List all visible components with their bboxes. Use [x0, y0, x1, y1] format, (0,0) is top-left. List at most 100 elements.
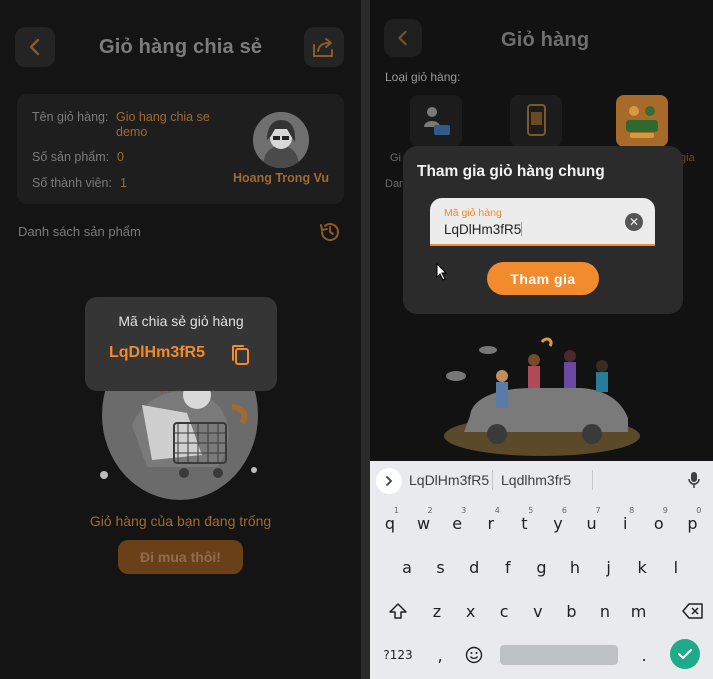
- member-count-value: 1: [120, 176, 127, 190]
- key-o[interactable]: o9: [644, 505, 674, 541]
- period-key[interactable]: .: [636, 637, 652, 673]
- key-f[interactable]: f: [493, 549, 523, 585]
- key-label: g: [536, 557, 547, 577]
- key-label: r: [487, 513, 495, 533]
- key-n[interactable]: n: [590, 593, 620, 629]
- key-label: a: [402, 557, 412, 577]
- key-label: h: [569, 557, 581, 577]
- history-button[interactable]: [318, 220, 342, 244]
- copy-button[interactable]: [229, 343, 251, 367]
- owner-avatar: [253, 112, 309, 168]
- key-b[interactable]: b: [556, 593, 586, 629]
- symbols-key[interactable]: ?123: [380, 637, 416, 673]
- backspace-icon: [682, 603, 703, 619]
- key-i[interactable]: i8: [610, 505, 640, 541]
- key-label: y: [553, 513, 563, 533]
- key-k[interactable]: k: [627, 549, 657, 585]
- chevron-left-icon: [398, 30, 407, 46]
- key-hint: 3: [461, 506, 467, 515]
- key-hint: 6: [561, 506, 567, 515]
- cart-code-field-value-wrapper[interactable]: LqDlHm3fR5: [444, 222, 523, 237]
- empty-cart-message: Giỏ hàng của bạn đang trống: [89, 513, 272, 529]
- go-shopping-button[interactable]: Đi mua thôi!: [118, 540, 243, 574]
- key-label: x: [465, 601, 476, 621]
- key-label: d: [469, 557, 480, 577]
- key-e[interactable]: e3: [442, 505, 472, 541]
- key-m[interactable]: m: [624, 593, 654, 629]
- group-shopping-illustration: [444, 337, 640, 456]
- cart-type-group[interactable]: [616, 95, 668, 147]
- cart-name-value: Gio hang chia se: [116, 110, 210, 124]
- key-t[interactable]: t5: [509, 505, 539, 541]
- cart-screen: Giỏ hàng Loại giỏ hàng: Gi gia Dan Tham …: [370, 0, 713, 679]
- key-a[interactable]: a: [392, 549, 422, 585]
- key-l[interactable]: l: [661, 549, 691, 585]
- key-d[interactable]: d: [459, 549, 489, 585]
- suggestion-divider: [492, 470, 493, 490]
- cart-type-personal[interactable]: [410, 95, 462, 147]
- key-label: f: [504, 557, 511, 577]
- voice-input-button[interactable]: [688, 471, 700, 494]
- join-button[interactable]: Tham gia: [487, 262, 599, 295]
- key-j[interactable]: j: [594, 549, 624, 585]
- emoji-key[interactable]: [463, 637, 485, 673]
- emoji-icon: [465, 646, 483, 664]
- shift-key[interactable]: [384, 593, 412, 629]
- expand-suggestions-button[interactable]: [376, 468, 402, 494]
- clear-field-button[interactable]: ✕: [625, 213, 643, 231]
- share-button[interactable]: [304, 27, 344, 67]
- key-v[interactable]: v: [523, 593, 553, 629]
- cart-type-caption-fragment-left: Gi: [390, 152, 401, 164]
- key-label: j: [606, 557, 611, 577]
- key-z[interactable]: z: [422, 593, 452, 629]
- key-r[interactable]: r4: [476, 505, 506, 541]
- key-g[interactable]: g: [526, 549, 556, 585]
- key-s[interactable]: s: [426, 549, 456, 585]
- key-label: u: [586, 513, 597, 533]
- suggestion-divider: [592, 470, 593, 490]
- cart-type-store[interactable]: [510, 95, 562, 147]
- key-label: t: [521, 513, 528, 533]
- key-c[interactable]: c: [489, 593, 519, 629]
- owner-name: Hoang Trong Vu: [233, 171, 330, 185]
- key-h[interactable]: h: [560, 549, 590, 585]
- space-key[interactable]: [500, 645, 618, 665]
- page-title: Giỏ hàng chia sẻ: [99, 36, 263, 58]
- key-label: q: [384, 513, 396, 533]
- cart-name-value-continued: demo: [116, 125, 148, 139]
- suggestion-1[interactable]: LqDlHm3fR5: [409, 472, 489, 488]
- cart-code-input-value[interactable]: LqDlHm3fR5: [444, 222, 521, 237]
- group-join-icon: [626, 106, 658, 138]
- back-button[interactable]: [384, 19, 422, 57]
- cart-name-label: Tên giỏ hàng:: [32, 110, 109, 124]
- key-q[interactable]: q1: [375, 505, 405, 541]
- key-hint: 4: [494, 506, 500, 515]
- cart-code-field[interactable]: Mã giỏ hàng LqDlHm3fR5 ✕: [430, 198, 655, 246]
- key-x[interactable]: x: [456, 593, 486, 629]
- backspace-key[interactable]: [678, 593, 708, 629]
- mouse-cursor-icon: [436, 263, 448, 281]
- key-label: b: [566, 601, 577, 621]
- key-label: k: [637, 557, 647, 577]
- copy-icon: [232, 345, 249, 365]
- key-w[interactable]: w2: [409, 505, 439, 541]
- checkmark-icon: [678, 649, 692, 659]
- key-p[interactable]: p0: [677, 505, 707, 541]
- key-hint: 8: [629, 506, 635, 515]
- key-label: s: [436, 557, 445, 577]
- comma-key[interactable]: ,: [432, 637, 448, 673]
- back-button[interactable]: [15, 27, 55, 67]
- enter-key[interactable]: [670, 639, 700, 669]
- chevron-left-icon: [29, 38, 40, 56]
- page-title: Giỏ hàng: [501, 29, 590, 51]
- share-code-value[interactable]: LqDlHm3fR5: [109, 344, 205, 362]
- key-u[interactable]: u7: [577, 505, 607, 541]
- key-hint: 1: [393, 506, 399, 515]
- key-y[interactable]: y6: [543, 505, 573, 541]
- share-code-popup: Mã chia sẻ giỏ hàng LqDlHm3fR5: [85, 297, 277, 391]
- key-hint: 2: [427, 506, 433, 515]
- suggestion-2[interactable]: Lqdlhm3fr5: [501, 472, 571, 488]
- key-hint: 9: [662, 506, 668, 515]
- suggestion-bar: LqDlHm3fR5 Lqdlhm3fr5: [370, 461, 713, 499]
- key-hint: 7: [595, 506, 601, 515]
